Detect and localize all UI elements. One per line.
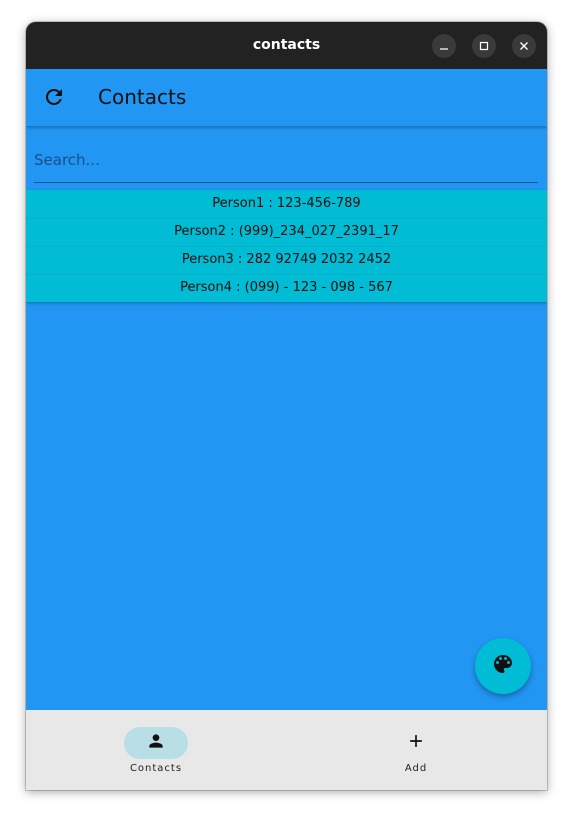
- app-bar: Contacts: [26, 69, 547, 126]
- contact-item[interactable]: Person3 : 282 92749 2032 2452: [26, 246, 547, 274]
- close-button[interactable]: [512, 34, 536, 58]
- nav-item-add[interactable]: Add: [286, 710, 546, 790]
- close-icon: [519, 41, 529, 51]
- contact-item[interactable]: Person2 : (999)_234_027_2391_17: [26, 218, 547, 246]
- maximize-icon: [479, 41, 489, 51]
- window-titlebar[interactable]: contacts: [26, 22, 547, 69]
- window-title: contacts: [252, 37, 321, 53]
- contact-list: Person1 : 123-456-789 Person2 : (999)_23…: [26, 190, 547, 302]
- palette-icon: [491, 652, 515, 680]
- app-window: contacts Contacts Search... Person1: 12…: [26, 22, 547, 790]
- add-icon: [406, 731, 426, 755]
- page-title: Contacts: [98, 85, 187, 109]
- nav-icon-container: [384, 727, 448, 759]
- nav-label-add: Add: [404, 763, 428, 774]
- bottom-navigation: Contacts Add: [26, 710, 547, 790]
- nav-item-contacts[interactable]: Contacts: [26, 710, 286, 790]
- maximize-button[interactable]: [472, 34, 496, 58]
- nav-active-indicator: [124, 727, 188, 759]
- theme-fab-button[interactable]: [475, 638, 531, 694]
- refresh-icon: [42, 88, 66, 113]
- minimize-icon: [439, 41, 449, 51]
- search-field[interactable]: [34, 140, 538, 183]
- refresh-button[interactable]: [42, 85, 66, 109]
- contact-item[interactable]: Person4 : (099) - 123 - 098 - 567: [26, 274, 547, 302]
- person-icon: [146, 731, 166, 755]
- nav-label-contacts: Contacts: [129, 763, 183, 774]
- contact-item[interactable]: Person1 : 123-456-789: [26, 190, 547, 218]
- search-input[interactable]: [34, 140, 538, 180]
- minimize-button[interactable]: [432, 34, 456, 58]
